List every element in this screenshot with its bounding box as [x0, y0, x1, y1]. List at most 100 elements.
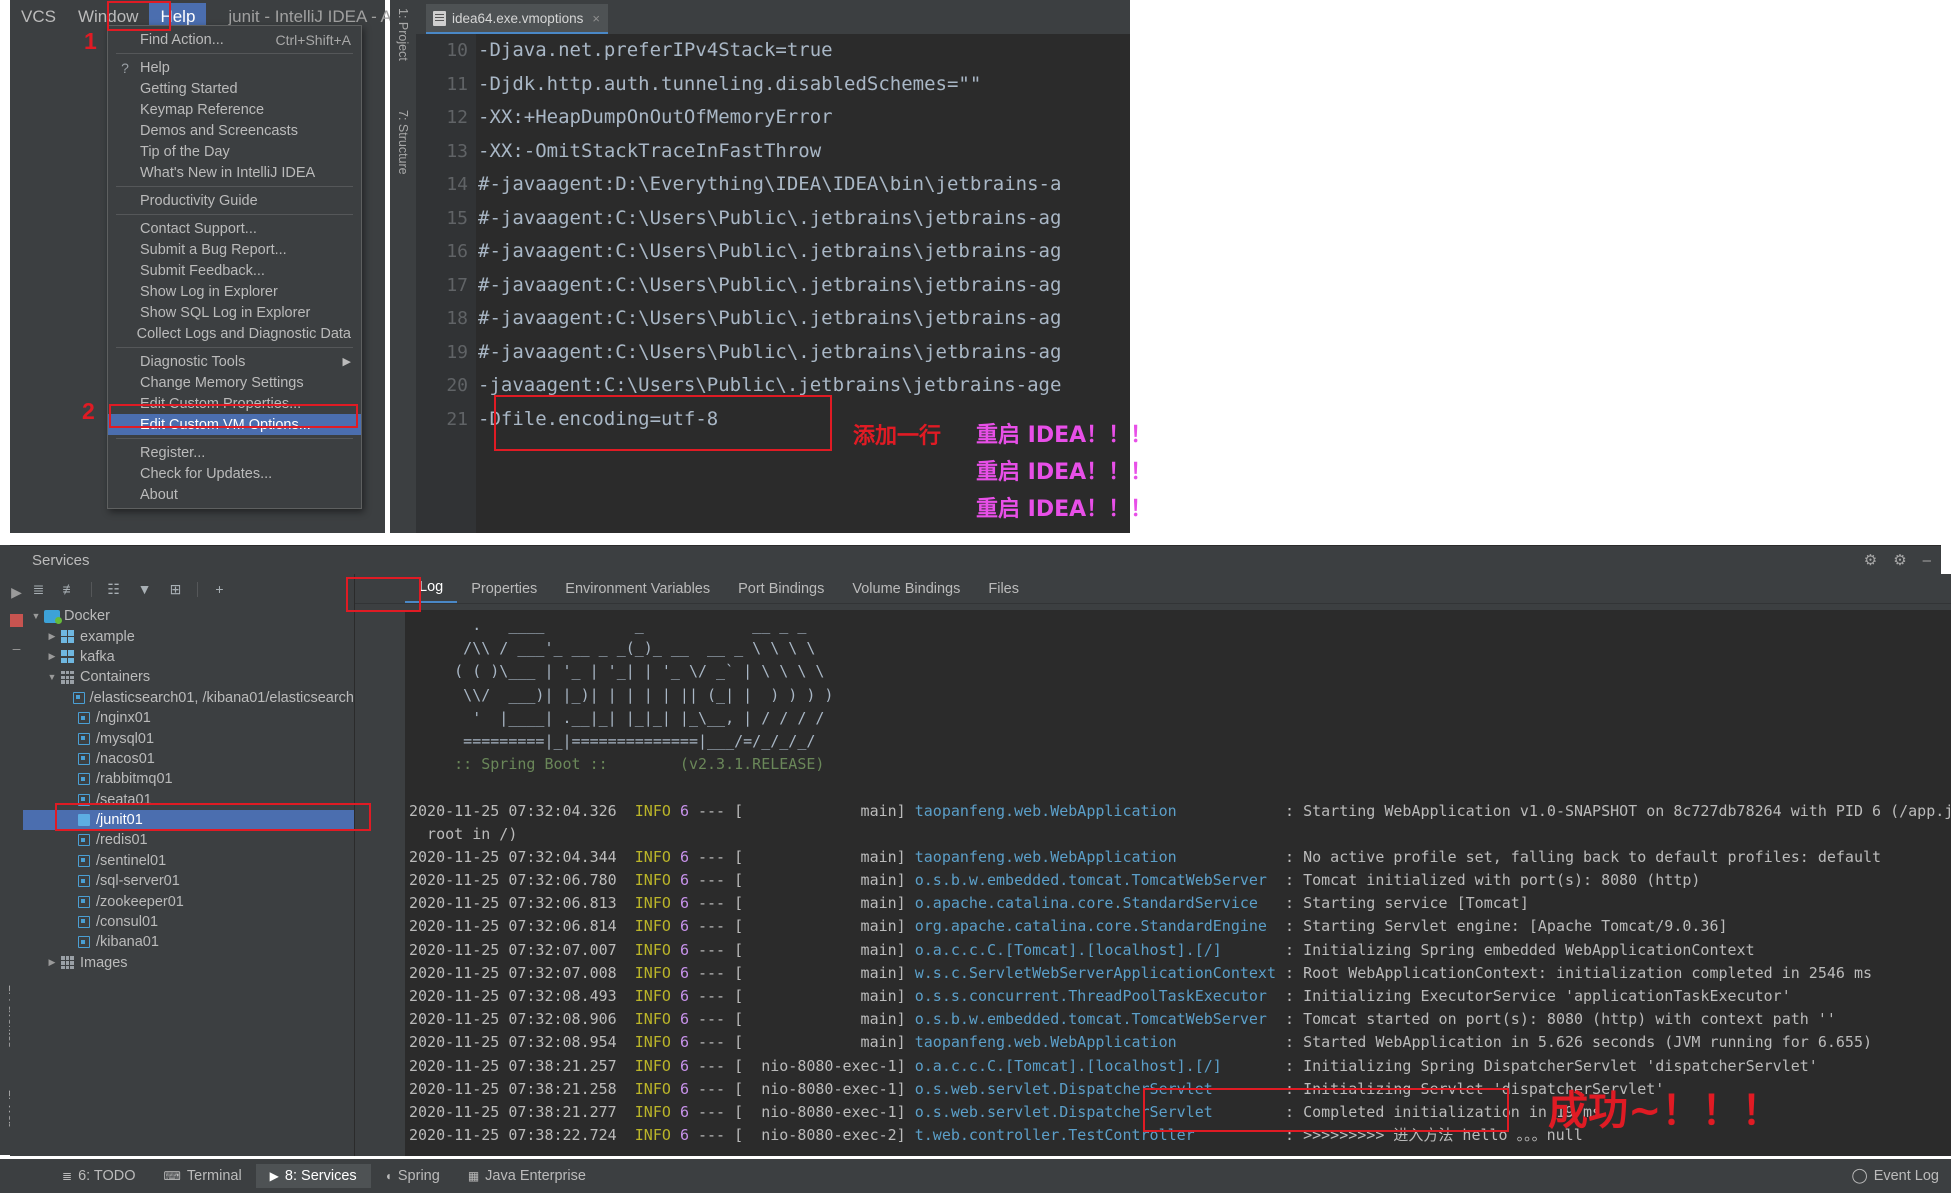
minimize-icon[interactable]: –: [1923, 552, 1931, 569]
tool-window-project[interactable]: 1: Project: [396, 8, 410, 61]
collapse-all-icon[interactable]: ≢: [60, 580, 79, 599]
code-line[interactable]: #-javaagent:C:\Users\Public\.jetbrains\j…: [478, 235, 1130, 269]
menubar-item-vcs[interactable]: VCS: [10, 3, 67, 31]
menu-item-change-memory-settings[interactable]: Change Memory Settings: [108, 372, 361, 393]
stop-icon[interactable]: [10, 614, 23, 627]
tool-window-structure[interactable]: 7: Structure: [396, 110, 410, 175]
tree-node-docker[interactable]: ▼ Docker: [23, 606, 354, 626]
menu-item-about[interactable]: About: [108, 484, 361, 505]
minimize-icon[interactable]: –: [13, 640, 21, 656]
tab-volume-bindings[interactable]: Volume Bindings: [838, 577, 974, 603]
log-thread: main]: [743, 917, 915, 936]
menu-item-diagnostic-tools[interactable]: Diagnostic Tools ▶: [108, 351, 361, 372]
menu-item-find-action[interactable]: Find Action... Ctrl+Shift+A: [108, 29, 361, 50]
menu-item-demos-and-screencasts[interactable]: Demos and Screencasts: [108, 120, 361, 141]
menu-item-edit-custom-vm-options[interactable]: Edit Custom VM Options...: [108, 414, 361, 435]
filter-icon[interactable]: ▼: [135, 580, 154, 599]
expand-all-icon[interactable]: ≣: [29, 580, 48, 599]
menu-item-tip-of-the-day[interactable]: Tip of the Day: [108, 141, 361, 162]
statusbar-spring[interactable]: ◖ Spring: [371, 1164, 454, 1188]
menu-item-edit-custom-properties[interactable]: Edit Custom Properties...: [108, 393, 361, 414]
log-console[interactable]: . ____ _ __ _ _ /\\ / ___'_ __ _ _(_)_ _…: [405, 610, 1951, 1156]
statusbar-java-enterprise[interactable]: ▦ Java Enterprise: [454, 1164, 600, 1188]
java-enterprise-icon: ▦: [467, 1169, 480, 1183]
menu-separator: [116, 214, 353, 215]
tree-node-zookeeper01[interactable]: /zookeeper01: [23, 891, 354, 911]
log-level: INFO: [634, 1102, 671, 1121]
menu-item-submit-feedback[interactable]: Submit Feedback...: [108, 260, 361, 281]
chevron-down-icon[interactable]: ▼: [45, 672, 59, 682]
log-timestamp: 2020-11-25 07:32:08.954: [409, 1033, 635, 1052]
code-line[interactable]: #-javaagent:C:\Users\Public\.jetbrains\j…: [478, 269, 1130, 303]
log-space: [671, 1080, 680, 1098]
add-tab-icon[interactable]: ⊞: [166, 580, 185, 599]
tree-node-images[interactable]: ▶ Images: [23, 953, 354, 973]
code-line[interactable]: -Djava.net.preferIPv4Stack=true: [478, 34, 1130, 68]
chevron-right-icon[interactable]: ▶: [45, 631, 59, 642]
menu-item-getting-started[interactable]: Getting Started: [108, 78, 361, 99]
tree-node-mysql01[interactable]: /mysql01: [23, 728, 354, 748]
menu-item-show-log-in-explorer[interactable]: Show Log in Explorer: [108, 281, 361, 302]
code-line[interactable]: #-javaagent:C:\Users\Public\.jetbrains\j…: [478, 336, 1130, 370]
help-dropdown-menu[interactable]: Find Action... Ctrl+Shift+A ? Help Getting S…: [107, 25, 362, 509]
tree-node-nginx01[interactable]: /nginx01: [23, 708, 354, 728]
tab-environment-variables[interactable]: Environment Variables: [551, 577, 724, 603]
code-line[interactable]: #-javaagent:D:\Everything\IDEA\IDEA\bin\…: [478, 168, 1130, 202]
editor-tab-vmoptions[interactable]: idea64.exe.vmoptions ×: [426, 4, 608, 34]
chevron-right-icon[interactable]: ▶: [45, 651, 59, 662]
statusbar-6-todo[interactable]: ≣ 6: TODO: [48, 1164, 150, 1188]
group-icon[interactable]: ☷: [104, 580, 123, 599]
menu-item-help[interactable]: ? Help: [108, 57, 361, 78]
log-timestamp: 2020-11-25 07:38:22.724: [409, 1126, 635, 1145]
services-tree[interactable]: ▼ Docker ▶ example ▶ kafka ▼ Containers/elastic…: [23, 604, 354, 973]
tree-node-elasticsearch01-kibana01-elasticsearch[interactable]: /elasticsearch01, /kibana01/elasticsearc…: [23, 688, 354, 708]
code-line[interactable]: #-javaagent:C:\Users\Public\.jetbrains\j…: [478, 202, 1130, 236]
tree-node-example[interactable]: ▶ example: [23, 626, 354, 646]
code-content[interactable]: -Djava.net.preferIPv4Stack=true -Djdk.htt…: [478, 34, 1130, 436]
tab-port-bindings[interactable]: Port Bindings: [724, 577, 838, 603]
chevron-right-icon[interactable]: ▶: [45, 957, 59, 968]
menu-item-collect-logs-and-diagnostic-data[interactable]: Collect Logs and Diagnostic Data: [108, 323, 361, 344]
gear-icon[interactable]: ⚙: [1893, 551, 1906, 569]
tree-node-kafka[interactable]: ▶ kafka: [23, 647, 354, 667]
tree-node-rabbitmq01[interactable]: /rabbitmq01: [23, 769, 354, 789]
tree-node-redis01[interactable]: /redis01: [23, 830, 354, 850]
statusbar-8-services[interactable]: ▶ 8: Services: [255, 1164, 371, 1188]
close-icon[interactable]: ×: [592, 11, 600, 26]
menu-item-what-s-new-in-intellij-idea[interactable]: What's New in IntelliJ IDEA: [108, 162, 361, 183]
code-line[interactable]: #-javaagent:C:\Users\Public\.jetbrains\j…: [478, 302, 1130, 336]
menu-item-contact-support[interactable]: Contact Support...: [108, 218, 361, 239]
log-logger: t.web.controller.TestController: [914, 1126, 1276, 1145]
tab-properties[interactable]: Properties: [457, 577, 551, 603]
tree-node-seata01[interactable]: /seata01: [23, 790, 354, 810]
tree-node-kibana01[interactable]: /kibana01: [23, 932, 354, 952]
code-line[interactable]: -javaagent:C:\Users\Public\.jetbrains\je…: [478, 369, 1130, 403]
event-log-button[interactable]: ◯ Event Log: [1851, 1168, 1939, 1184]
tree-node-sentinel01[interactable]: /sentinel01: [23, 851, 354, 871]
code-line[interactable]: -XX:-OmitStackTraceInFastThrow: [478, 135, 1130, 169]
statusbar-terminal[interactable]: ⌨ Terminal: [150, 1164, 256, 1188]
settings-gear-icon[interactable]: ⚙: [1864, 551, 1877, 569]
chevron-down-icon[interactable]: ▼: [29, 611, 43, 621]
menu-item-submit-a-bug-report[interactable]: Submit a Bug Report...: [108, 239, 361, 260]
tree-node-consul01[interactable]: /consul01: [23, 912, 354, 932]
code-line[interactable]: -Djdk.http.auth.tunneling.disabledScheme…: [478, 68, 1130, 102]
tree-node-junit01[interactable]: /junit01: [23, 809, 354, 831]
log-sep: --- [: [688, 1010, 744, 1029]
menu-item-keymap-reference[interactable]: Keymap Reference: [108, 99, 361, 120]
tree-node-label: /nacos01: [96, 750, 155, 767]
tab-files[interactable]: Files: [974, 577, 1033, 603]
menu-item-label: Diagnostic Tools: [140, 353, 246, 370]
tree-node-sql-server01[interactable]: /sql-server01: [23, 871, 354, 891]
menu-item-show-sql-log-in-explorer[interactable]: Show SQL Log in Explorer: [108, 302, 361, 323]
menu-item-productivity-guide[interactable]: Productivity Guide: [108, 190, 361, 211]
run-icon[interactable]: ▶: [11, 584, 22, 601]
menu-separator: [116, 438, 353, 439]
tab-log[interactable]: Log: [405, 575, 458, 603]
tree-node-containers[interactable]: ▼ Containers: [23, 667, 354, 687]
menu-item-register[interactable]: Register...: [108, 442, 361, 463]
code-line[interactable]: -XX:+HeapDumpOnOutOfMemoryError: [478, 101, 1130, 135]
add-icon[interactable]: +: [210, 580, 229, 599]
tree-node-nacos01[interactable]: /nacos01: [23, 749, 354, 769]
menu-item-check-for-updates[interactable]: Check for Updates...: [108, 463, 361, 484]
